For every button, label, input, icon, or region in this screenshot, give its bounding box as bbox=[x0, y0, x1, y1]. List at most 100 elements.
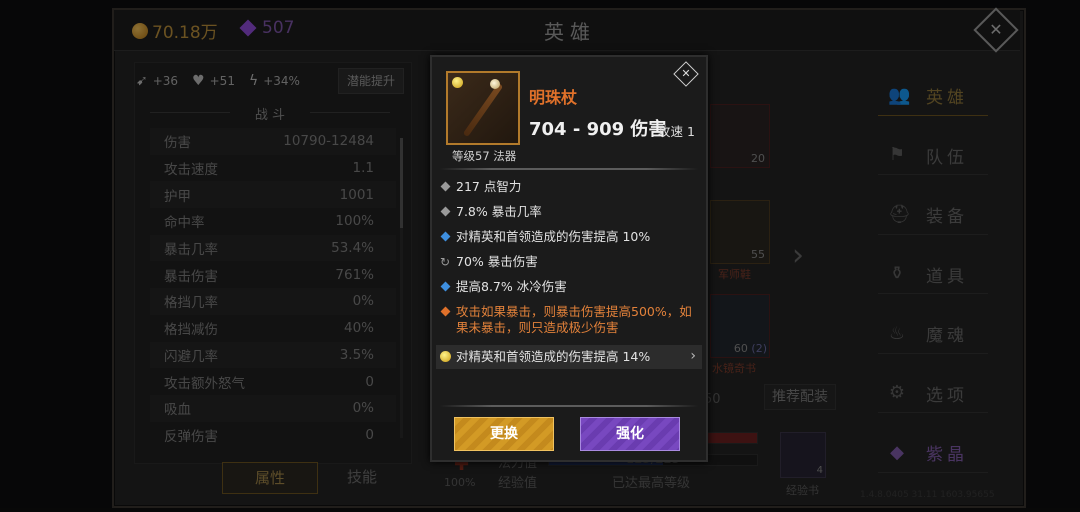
flame-icon: ♨ bbox=[888, 322, 910, 344]
nav-label: 装备 bbox=[926, 207, 968, 228]
stat-label: 攻击额外怒气 bbox=[164, 375, 245, 392]
book-name: 水镜奇书 bbox=[712, 362, 756, 375]
nav-label: 道具 bbox=[926, 266, 968, 287]
nav-item-flame[interactable]: ♨ 魔魂 bbox=[868, 304, 988, 364]
item-attribute[interactable]: 对精英和首领造成的伤害提高 14% › bbox=[436, 345, 702, 369]
enhance-button[interactable]: 强化 bbox=[580, 417, 680, 451]
stat-row: 伤害 10790-12484 bbox=[150, 128, 396, 155]
stat-label: 暴击伤害 bbox=[164, 268, 218, 285]
gem-icon bbox=[239, 19, 257, 37]
health-bonus-value: +51 bbox=[209, 74, 235, 88]
stat-value: 53.4% bbox=[331, 240, 374, 257]
item-icon bbox=[446, 71, 520, 145]
tab-skills[interactable]: 技能 bbox=[322, 462, 402, 492]
popup-close-button[interactable]: ✕ bbox=[673, 61, 699, 87]
stat-value: 1.1 bbox=[352, 160, 374, 177]
stat-value: 3.5% bbox=[339, 346, 374, 363]
slot-level: 60 (2) bbox=[734, 342, 767, 355]
bullet-icon bbox=[440, 281, 451, 292]
chevron-right-icon: › bbox=[690, 348, 696, 364]
item-attribute: 217 点智力 bbox=[440, 179, 702, 195]
potential-boost-button[interactable]: 潜能提升 bbox=[338, 68, 404, 94]
stat-label: 攻击速度 bbox=[164, 162, 218, 179]
strength-bonus: ➹ +36 bbox=[136, 73, 178, 89]
nav-label: 魔魂 bbox=[926, 326, 968, 347]
bullet-icon bbox=[440, 206, 451, 217]
helmet-icon: ⛑ bbox=[888, 203, 915, 225]
item-attribute: 攻击如果暴击，则暴击伤害提高500%，如果未暴击，则只造成极少伤害 bbox=[440, 304, 702, 336]
exp-value: 已达最高等级 bbox=[612, 476, 691, 491]
scrollbar-thumb[interactable] bbox=[400, 138, 403, 228]
nav-item-hero[interactable]: 👥 英雄 bbox=[868, 66, 988, 126]
item-attributes: 217 点智力 7.8% 暴击几率 对精英和首领造成的伤害提高 10% ↻ 70% 暴击… bbox=[436, 179, 702, 378]
stat-label: 闪避几率 bbox=[164, 348, 218, 365]
stat-value: 0 bbox=[365, 426, 374, 443]
stat-row: 攻击额外怒气 0 bbox=[150, 368, 396, 395]
strength-icon: ➹ bbox=[136, 73, 148, 89]
tab-attributes[interactable]: 属性 bbox=[222, 462, 318, 494]
stats-scrollbar[interactable] bbox=[400, 138, 403, 438]
equipment-slot-boots[interactable]: 55 bbox=[710, 200, 770, 264]
bullet-icon bbox=[440, 181, 451, 192]
item-attribute: 7.8% 暴击几率 bbox=[440, 204, 702, 220]
attribute-text: 70% 暴击伤害 bbox=[456, 254, 538, 269]
side-nav: 👥 英雄 ⚑ 队伍 ⛑ 装备 ⚱ 道具 ♨ 魔魂 ⚙ 选项 ◆ 紫晶 bbox=[868, 66, 988, 483]
attribute-text: 217 点智力 bbox=[456, 179, 522, 194]
nav-item-helmet[interactable]: ⛑ 装备 bbox=[868, 185, 988, 245]
stat-row: 反弹伤害 0 bbox=[150, 422, 396, 449]
item-attack-speed: 攻速 1 bbox=[658, 124, 695, 139]
stat-label: 暴击几率 bbox=[164, 242, 218, 259]
next-page-arrow-icon[interactable]: › bbox=[792, 238, 804, 273]
version-text: 1.4.8.0405 31.11 1603.95655 bbox=[860, 490, 995, 500]
exp-label: 经验值 bbox=[498, 476, 538, 491]
stat-value: 761% bbox=[335, 266, 374, 283]
attribute-text: 攻击如果暴击，则暴击伤害提高500%，如果未暴击，则只造成极少伤害 bbox=[456, 304, 692, 335]
stat-label: 反弹伤害 bbox=[164, 428, 218, 445]
stat-value: 0% bbox=[352, 293, 374, 310]
nav-item-bag[interactable]: ⚱ 道具 bbox=[868, 245, 988, 305]
equipment-slot-book[interactable]: 60 (2) bbox=[710, 294, 770, 358]
recommend-loadout-button[interactable]: 推荐配装 bbox=[764, 384, 836, 410]
lightning-bonus: ϟ +34% bbox=[249, 73, 300, 89]
nav-label: 选项 bbox=[926, 385, 968, 406]
bonus-row: ➹ +36 ♥ +51 ϟ +34% bbox=[136, 68, 314, 94]
nav-label: 紫晶 bbox=[926, 445, 968, 466]
stat-list: 伤害 10790-12484 攻击速度 1.1 护甲 1001 命中率 100% 暴击几率 53.… bbox=[150, 128, 396, 448]
attribute-text: 对精英和首领造成的伤害提高 14% bbox=[456, 349, 651, 364]
legendary-badge-icon bbox=[452, 77, 463, 88]
stat-row: 格挡几率 0% bbox=[150, 288, 396, 315]
nav-item-crystal[interactable]: ◆ 紫晶 bbox=[868, 423, 988, 483]
stat-row: 命中率 100% bbox=[150, 208, 396, 235]
hero-percent: 100% bbox=[444, 476, 476, 489]
exp-book-label: 经验书 bbox=[786, 484, 819, 497]
flag-icon: ⚑ bbox=[888, 144, 910, 166]
health-bonus: ♥ +51 bbox=[192, 73, 235, 89]
nav-item-gear[interactable]: ⚙ 选项 bbox=[868, 364, 988, 424]
bag-icon: ⚱ bbox=[889, 263, 909, 285]
hero-icon: 👥 bbox=[888, 84, 915, 106]
attribute-text: 对精英和首领造成的伤害提高 10% bbox=[456, 229, 651, 244]
staff-orb-icon bbox=[490, 79, 500, 89]
legendary-power-icon bbox=[440, 351, 451, 362]
stat-value: 1001 bbox=[339, 186, 374, 203]
equipment-slot-helmet[interactable]: 20 bbox=[710, 104, 770, 168]
exp-book-item[interactable]: 4 bbox=[780, 432, 826, 478]
close-icon: ✕ bbox=[989, 20, 1003, 39]
stat-label: 命中率 bbox=[164, 215, 205, 232]
attribute-text: 7.8% 暴击几率 bbox=[456, 204, 542, 219]
attribute-text: 提高8.7% 冰冷伤害 bbox=[456, 279, 567, 294]
lightning-icon: ϟ bbox=[248, 73, 259, 89]
item-tooltip-popup: 明珠杖 704 - 909 伤害 攻速 1 等级57 法器 ✕ 217 点智力 7… bbox=[430, 55, 708, 462]
divider-bottom bbox=[440, 405, 698, 407]
slot3-level-value: 60 bbox=[733, 342, 748, 355]
stat-value: 100% bbox=[335, 213, 374, 230]
bullet-icon bbox=[440, 306, 451, 317]
item-attribute: 对精英和首领造成的伤害提高 10% bbox=[440, 229, 702, 245]
slot3-extra-value: (2) bbox=[751, 342, 767, 355]
stat-label: 格挡减伤 bbox=[164, 322, 218, 339]
change-button[interactable]: 更换 bbox=[454, 417, 554, 451]
bullet-icon bbox=[440, 231, 451, 242]
stat-value: 10790-12484 bbox=[283, 133, 374, 150]
gem-counter: 507 bbox=[239, 18, 294, 38]
nav-item-flag[interactable]: ⚑ 队伍 bbox=[868, 126, 988, 186]
